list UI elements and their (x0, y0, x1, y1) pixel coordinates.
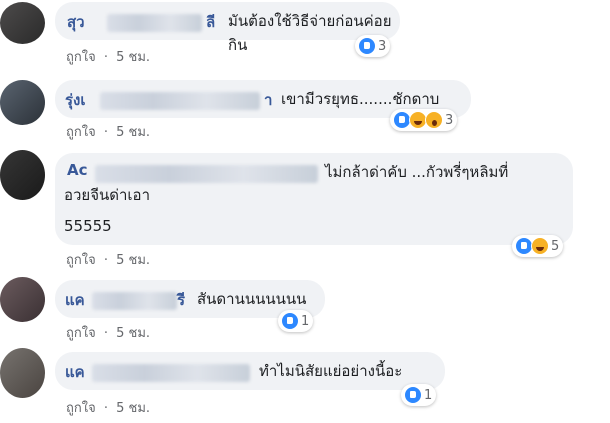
meta-separator: · (103, 253, 108, 268)
avatar[interactable] (0, 277, 45, 322)
comment-text: ทำไมนิสัยแย่อย่างนี้อะ (259, 362, 403, 380)
author-name-suffix[interactable]: รี (177, 288, 185, 312)
author-name[interactable]: แค (65, 360, 85, 384)
comment-meta: ถูกใจ · 5 ชม. (66, 322, 150, 343)
timestamp[interactable]: 5 ชม. (116, 326, 150, 341)
comment-text-line: 55555 (64, 217, 112, 235)
reaction-summary[interactable]: 1 (278, 310, 314, 332)
reaction-count: 3 (445, 112, 454, 128)
author-name-suffix[interactable]: ลี (206, 10, 215, 34)
reaction-count: 1 (301, 313, 310, 329)
reaction-summary[interactable]: 3 (390, 109, 458, 131)
timestamp[interactable]: 5 ชม. (116, 50, 150, 65)
reaction-count: 5 (551, 238, 560, 254)
comment-text-line: ไม่กล้าด่าคับ ...กัวพรี่ๆหลิมที่ (325, 163, 509, 181)
timestamp[interactable]: 5 ชม. (116, 401, 150, 416)
comment-text-line: อวยจีนด่าเอา (64, 186, 150, 204)
like-button[interactable]: ถูกใจ (66, 326, 96, 341)
blurred-author-name (100, 92, 260, 110)
comment-meta: ถูกใจ · 5 ชม. (66, 121, 150, 142)
comment-meta: ถูกใจ · 5 ชม. (66, 397, 150, 418)
reaction-count: 1 (424, 387, 433, 403)
comment-bubble: Ac ไม่กล้าด่าคับ ...กัวพรี่ๆหลิมที่ อวยจ… (55, 153, 573, 245)
blurred-author-name (92, 364, 250, 382)
blurred-author-name (92, 292, 177, 310)
comment-bubble: แค ทำไมนิสัยแย่อย่างนี้อะ (55, 352, 445, 390)
comment-bubble: สุว ลี มันต้องใช้วิธีจ่ายก่อนค่อยกิน (55, 2, 400, 54)
author-name-suffix[interactable]: า (264, 88, 272, 112)
reaction-summary[interactable]: 5 (512, 235, 564, 257)
blurred-author-name (107, 14, 202, 32)
meta-separator: · (103, 326, 108, 341)
reaction-count: 3 (378, 38, 387, 54)
author-name[interactable]: แค (65, 288, 85, 312)
author-name[interactable]: รุ่งเ (65, 88, 86, 112)
timestamp[interactable]: 5 ชม. (116, 253, 150, 268)
comment-text: เขามีวรยุทธ.......ชักดาบ (281, 90, 440, 108)
like-icon (281, 312, 299, 330)
blurred-author-name (95, 165, 318, 183)
meta-separator: · (103, 125, 108, 140)
comment-meta: ถูกใจ · 5 ชม. (66, 46, 150, 67)
haha-icon (531, 237, 549, 255)
author-name[interactable]: สุว (67, 10, 85, 34)
avatar[interactable] (0, 80, 45, 125)
avatar[interactable] (0, 150, 45, 200)
comment-meta: ถูกใจ · 5 ชม. (66, 249, 150, 270)
reaction-summary[interactable]: 1 (401, 384, 437, 406)
author-name[interactable]: Ac (67, 161, 88, 179)
like-icon (358, 37, 376, 55)
like-button[interactable]: ถูกใจ (66, 50, 96, 65)
comment-text: สันดานนนนนนน (197, 290, 307, 308)
wow-icon (425, 111, 443, 129)
meta-separator: · (103, 401, 108, 416)
reaction-summary[interactable]: 3 (355, 35, 391, 57)
avatar[interactable] (0, 2, 45, 44)
timestamp[interactable]: 5 ชม. (116, 125, 150, 140)
like-button[interactable]: ถูกใจ (66, 125, 96, 140)
avatar[interactable] (0, 348, 45, 398)
like-button[interactable]: ถูกใจ (66, 401, 96, 416)
like-button[interactable]: ถูกใจ (66, 253, 96, 268)
meta-separator: · (103, 50, 108, 65)
like-icon (404, 386, 422, 404)
